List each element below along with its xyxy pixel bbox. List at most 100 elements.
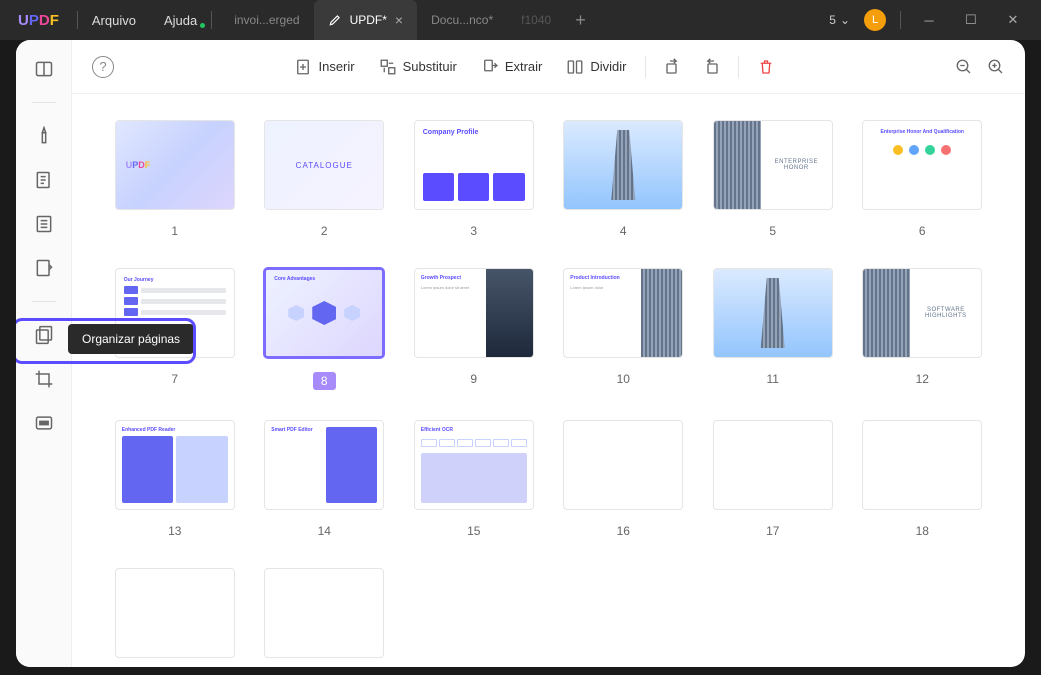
page-item: CATALOGUE 2 <box>262 120 388 238</box>
page-thumbnail[interactable]: Smart PDF Editor <box>264 420 384 510</box>
page-number: 14 <box>318 524 331 538</box>
rotate-left-button[interactable] <box>664 58 682 76</box>
zoom-in-button[interactable] <box>987 58 1005 76</box>
page-thumbnail[interactable] <box>563 420 683 510</box>
chevron-down-icon: ⌄ <box>840 13 850 27</box>
tab-3[interactable]: f1040 <box>507 0 565 40</box>
page-thumbnail[interactable] <box>264 568 384 658</box>
page-item: 17 <box>710 420 836 538</box>
tooltip: Organizar páginas <box>68 324 194 354</box>
maximize-button[interactable]: ☐ <box>957 12 985 28</box>
update-dot-icon <box>200 23 205 28</box>
split-icon <box>566 58 584 76</box>
credit-count[interactable]: 5 ⌄ <box>829 13 850 27</box>
extract-button[interactable]: Extrair <box>481 58 543 76</box>
page-item: SOFTWARE HIGHLIGHTS 12 <box>860 268 986 390</box>
page-item: Efficient OCR15 <box>411 420 537 538</box>
page-thumbnail[interactable]: Core Advantages <box>264 268 384 358</box>
main-area: ? Inserir Substituir Extrair Dividir <box>72 40 1025 667</box>
rotate-right-button[interactable] <box>702 58 720 76</box>
page-item: ENTERPRISE HONOR5 <box>710 120 836 238</box>
page-item: UPDF 1 <box>112 120 238 238</box>
insert-button[interactable]: Inserir <box>294 58 354 76</box>
page-thumbnail[interactable]: Efficient OCR <box>414 420 534 510</box>
page-item: Product IntroductionLorem ipsum dolor 10 <box>561 268 687 390</box>
titlebar: UPDF Arquivo Ajuda invoi...ergedUPDF*×Do… <box>0 0 1041 40</box>
form-tool-icon[interactable] <box>33 213 55 235</box>
page-item: Company Profile 3 <box>411 120 537 238</box>
app-logo: UPDF <box>0 12 77 29</box>
menu-file[interactable]: Arquivo <box>78 13 150 28</box>
tab-2[interactable]: Docu...nco* <box>417 0 507 40</box>
page-thumbnail[interactable]: Enterprise Honor And Qualification <box>862 120 982 210</box>
zoom-out-button[interactable] <box>955 58 973 76</box>
tab-1[interactable]: UPDF*× <box>314 0 418 40</box>
page-number: 4 <box>620 224 627 238</box>
sidebar <box>16 40 72 667</box>
page-number: 16 <box>617 524 630 538</box>
organize-pages-icon[interactable] <box>33 324 55 346</box>
comment-tool-icon[interactable] <box>33 125 55 147</box>
replace-button[interactable]: Substituir <box>379 58 457 76</box>
page-thumbnail[interactable]: CATALOGUE <box>264 120 384 210</box>
page-number: 2 <box>321 224 328 238</box>
extract-icon <box>481 58 499 76</box>
reader-mode-icon[interactable] <box>33 58 55 80</box>
insert-icon <box>294 58 312 76</box>
avatar[interactable]: L <box>864 9 886 31</box>
page-number: 7 <box>171 372 178 386</box>
ocr-tool-icon[interactable] <box>33 257 55 279</box>
split-button[interactable]: Dividir <box>566 58 626 76</box>
page-item: Enterprise Honor And Qualification 6 <box>860 120 986 238</box>
page-item: Smart PDF Editor 14 <box>262 420 388 538</box>
minimize-button[interactable]: ─ <box>915 13 943 28</box>
page-thumbnail[interactable] <box>563 120 683 210</box>
pages-grid-scroll[interactable]: UPDF 1 CATALOGUE 2 Company Profile 3 4 ENTERPRI… <box>72 94 1025 667</box>
page-item: 19 <box>112 568 238 667</box>
page-item: 4 <box>561 120 687 238</box>
page-number: 6 <box>919 224 926 238</box>
page-number: 12 <box>916 372 929 386</box>
page-item: 20 <box>262 568 388 667</box>
crop-tool-icon[interactable] <box>33 368 55 390</box>
page-item: Enhanced PDF Reader 13 <box>112 420 238 538</box>
page-thumbnail[interactable]: UPDF <box>115 120 235 210</box>
close-button[interactable]: ✕ <box>999 12 1027 28</box>
page-thumbnail[interactable] <box>862 420 982 510</box>
menu-help[interactable]: Ajuda <box>150 13 211 28</box>
page-thumbnail[interactable] <box>713 268 833 358</box>
page-number: 13 <box>168 524 181 538</box>
tab-0[interactable]: invoi...erged <box>220 0 313 40</box>
toolbar: ? Inserir Substituir Extrair Dividir <box>72 40 1025 94</box>
page-thumbnail[interactable]: Growth ProspectLorem ipsum dolor sit ame… <box>414 268 534 358</box>
app-body: Organizar páginas ? Inserir Substituir E… <box>16 40 1025 667</box>
page-thumbnail[interactable] <box>713 420 833 510</box>
separator <box>738 56 739 78</box>
divider <box>900 11 901 29</box>
page-number: 10 <box>617 372 630 386</box>
edit-tool-icon[interactable] <box>33 169 55 191</box>
page-item: Core Advantages 8 <box>262 268 388 390</box>
page-number: 9 <box>470 372 477 386</box>
page-thumbnail[interactable]: SOFTWARE HIGHLIGHTS <box>862 268 982 358</box>
page-thumbnail[interactable]: Company Profile <box>414 120 534 210</box>
page-number: 18 <box>916 524 929 538</box>
page-number: 8 <box>313 372 336 390</box>
page-item: 16 <box>561 420 687 538</box>
page-number: 17 <box>766 524 779 538</box>
replace-icon <box>379 58 397 76</box>
page-thumbnail[interactable]: ENTERPRISE HONOR <box>713 120 833 210</box>
tab-close-icon[interactable]: × <box>395 12 403 28</box>
page-thumbnail[interactable] <box>115 568 235 658</box>
page-item: 18 <box>860 420 986 538</box>
delete-button[interactable] <box>757 58 775 76</box>
new-tab-button[interactable]: + <box>565 10 596 31</box>
page-thumbnail[interactable]: Enhanced PDF Reader <box>115 420 235 510</box>
separator <box>645 56 646 78</box>
page-number: 1 <box>171 224 178 238</box>
page-number: 3 <box>470 224 477 238</box>
redact-tool-icon[interactable] <box>33 412 55 434</box>
page-thumbnail[interactable]: Product IntroductionLorem ipsum dolor <box>563 268 683 358</box>
help-icon[interactable]: ? <box>92 56 114 78</box>
page-item: 11 <box>710 268 836 390</box>
